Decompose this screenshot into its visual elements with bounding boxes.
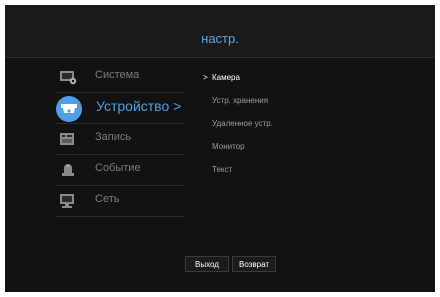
title-bar: настр. [5, 5, 435, 58]
selection-marker: > [203, 73, 208, 82]
system-gear-icon [59, 69, 77, 85]
back-button[interactable]: Возврат [232, 256, 276, 272]
sidebar-item-label: Сеть [95, 193, 120, 205]
submenu-item-label: Устр. хранения [212, 96, 269, 105]
submenu-item-storage[interactable]: Устр. хранения [203, 94, 343, 117]
submenu-item-text[interactable]: Текст [203, 163, 343, 186]
sidebar-item-label: Устройство > [96, 98, 182, 114]
submenu-item-label: Камера [212, 73, 240, 82]
submenu-item-label: Удаленное устр. [212, 119, 273, 128]
submenu-item-camera[interactable]: > Камера [203, 71, 343, 94]
event-alarm-icon [59, 162, 77, 178]
submenu-item-monitor[interactable]: Монитор [203, 140, 343, 163]
camera-device-icon [55, 95, 83, 123]
settings-window: настр. Система Устройство > Запись Событ… [5, 5, 435, 292]
screen: настр. Система Устройство > Запись Событ… [0, 0, 440, 297]
sidebar-item-label: Событие [95, 162, 141, 174]
submenu-item-remote-device[interactable]: Удаленное устр. [203, 117, 343, 140]
sidebar-item-system[interactable]: Система [55, 62, 185, 93]
sidebar-item-label: Запись [95, 131, 132, 143]
sidebar-item-device[interactable]: Устройство > [55, 93, 185, 124]
sidebar-item-label: Система [95, 69, 140, 81]
submenu-item-label: Монитор [212, 142, 245, 151]
network-icon [59, 193, 77, 209]
sidebar-item-event[interactable]: Событие [55, 155, 185, 186]
device-submenu: > Камера Устр. хранения Удаленное устр. М… [203, 71, 343, 186]
sidebar-item-network[interactable]: Сеть [55, 186, 185, 217]
exit-button[interactable]: Выход [185, 256, 229, 272]
record-icon [59, 131, 77, 147]
sidebar-item-record[interactable]: Запись [55, 124, 185, 155]
sidebar-menu: Система Устройство > Запись Событие Сеть [55, 62, 185, 217]
page-title: настр. [201, 31, 239, 46]
submenu-item-label: Текст [212, 165, 233, 174]
